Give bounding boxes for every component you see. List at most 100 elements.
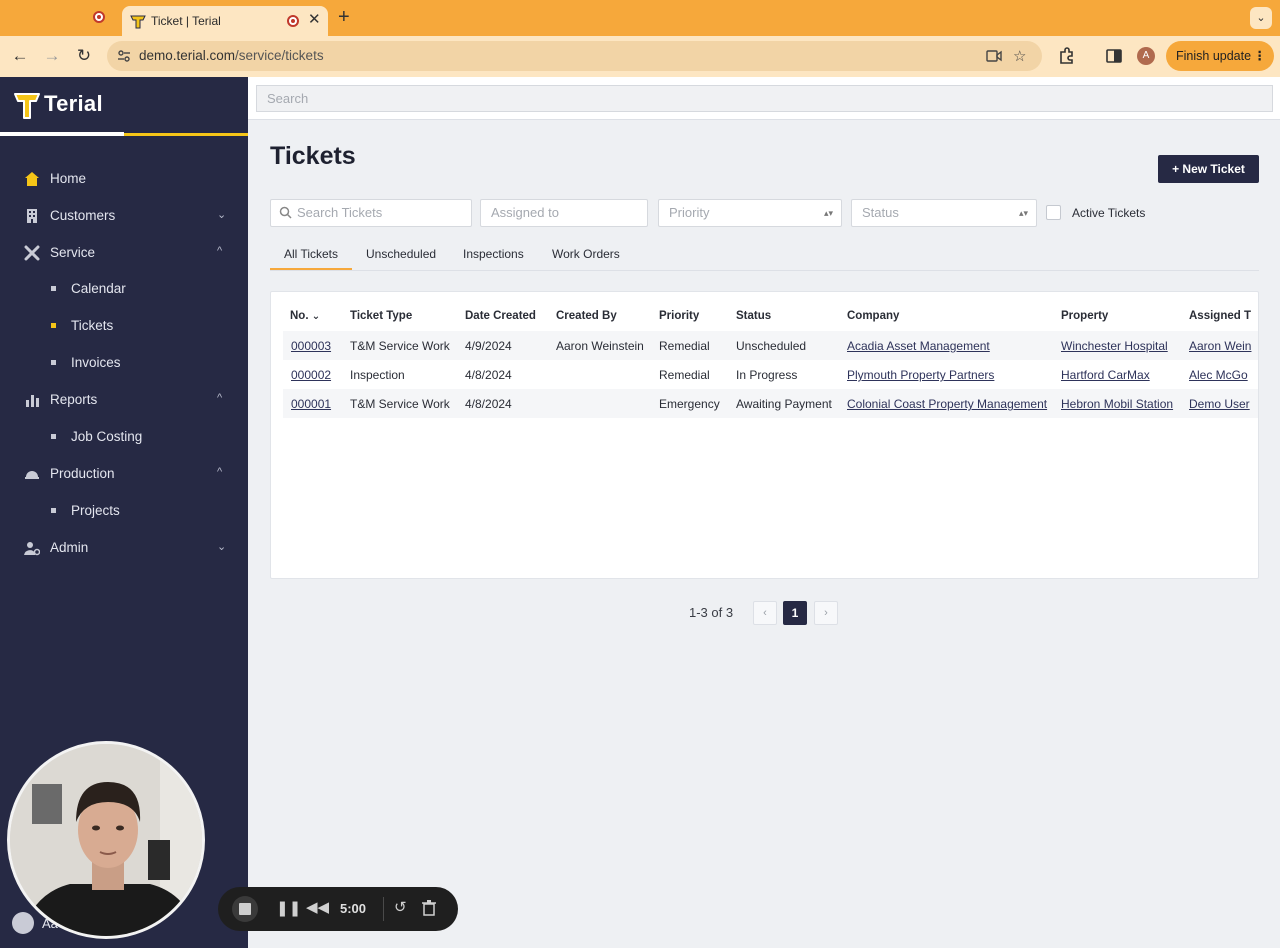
sidebar-item-label: Reports [50, 392, 98, 407]
chevron-left-icon: ‹ [763, 607, 767, 619]
select-arrows-icon: ▴▾ [823, 208, 833, 218]
browser-toolbar: ← → ↻ demo.terial.com/service/tickets ☆ … [0, 36, 1280, 77]
column-header-assigned-to[interactable]: Assigned T [1189, 310, 1251, 322]
sidebar-item-label: Job Costing [71, 429, 143, 444]
select-arrows-icon: ▴▾ [1018, 208, 1028, 218]
company-link[interactable]: Acadia Asset Management [847, 339, 990, 353]
property-link[interactable]: Winchester Hospital [1061, 339, 1168, 353]
column-header-ticket-type[interactable]: Ticket Type [350, 310, 412, 322]
assigned-to-input[interactable]: Assigned to [480, 199, 648, 227]
sidebar-item-label: Tickets [71, 318, 114, 333]
company-link[interactable]: Plymouth Property Partners [847, 368, 994, 382]
table-row[interactable]: 000002 Inspection 4/8/2024 Remedial In P… [283, 360, 1258, 389]
assigned-user-link[interactable]: Aaron Wein [1189, 339, 1251, 353]
site-settings-icon[interactable] [117, 49, 131, 63]
previous-page-button[interactable]: ‹ [753, 601, 777, 625]
forward-arrow-icon[interactable]: → [40, 44, 64, 68]
trash-icon[interactable] [422, 900, 436, 916]
column-header-status[interactable]: Status [736, 310, 771, 322]
sidebar-item-job-costing[interactable]: Job Costing [0, 424, 248, 450]
sidebar-item-customers[interactable]: Customers ⌄ [0, 201, 248, 231]
finish-update-button[interactable]: Finish update ⋮ [1166, 41, 1274, 71]
column-header-property[interactable]: Property [1061, 310, 1108, 322]
tab-inspections[interactable]: Inspections [463, 247, 524, 261]
assigned-user-link[interactable]: Demo User [1189, 397, 1250, 411]
user-avatar-icon [12, 912, 34, 934]
chevron-down-icon: ⌄ [217, 209, 227, 221]
recording-indicator-icon [287, 15, 299, 27]
company-link[interactable]: Colonial Coast Property Management [847, 397, 1047, 411]
column-header-date-created[interactable]: Date Created [465, 310, 536, 322]
terial-logo-icon [14, 93, 40, 119]
column-header-no[interactable]: No. ⌄ [290, 310, 320, 322]
rewind-icon[interactable]: ◀◀ [306, 898, 329, 916]
close-tab-icon[interactable]: ✕ [308, 10, 321, 28]
status: Awaiting Payment [736, 397, 832, 411]
sidebar-item-projects[interactable]: Projects [0, 498, 248, 524]
bullet-icon [51, 508, 56, 513]
sidebar-item-invoices[interactable]: Invoices [0, 350, 248, 376]
sidebar-item-label: Invoices [71, 355, 121, 370]
tab-search-chevron-icon[interactable]: ⌄ [1250, 7, 1272, 29]
sidebar-item-tickets[interactable]: Tickets [0, 313, 248, 339]
ticket-number-link[interactable]: 000002 [291, 368, 331, 382]
webcam-bubble[interactable] [7, 741, 205, 939]
sidebar-item-admin[interactable]: Admin ⌄ [0, 533, 248, 563]
browser-tab-inactive[interactable] [0, 0, 118, 36]
ticket-number-link[interactable]: 000003 [291, 339, 331, 353]
sidebar-item-calendar[interactable]: Calendar [0, 276, 248, 302]
priority-select[interactable]: Priority ▴▾ [658, 199, 842, 227]
bar-chart-icon [26, 395, 39, 407]
tab-all-tickets[interactable]: All Tickets [284, 247, 338, 261]
pause-icon[interactable]: ❚❚ [276, 899, 301, 917]
extensions-icon[interactable] [1057, 46, 1077, 66]
sidebar-item-service[interactable]: Service ^ [0, 238, 248, 268]
status-select[interactable]: Status ▴▾ [851, 199, 1037, 227]
browser-tab-title: Ticket | Terial [151, 14, 221, 28]
sidebar-item-home[interactable]: Home [0, 164, 248, 194]
ticket-number-link[interactable]: 000001 [291, 397, 331, 411]
sidebar-item-production[interactable]: Production ^ [0, 459, 248, 489]
tab-work-orders[interactable]: Work Orders [552, 247, 620, 261]
profile-avatar[interactable]: A [1137, 47, 1155, 65]
home-icon [25, 172, 39, 186]
logo-divider-accent [124, 133, 248, 136]
tab-unscheduled[interactable]: Unscheduled [366, 247, 436, 261]
camera-icon[interactable] [986, 49, 1002, 63]
active-tickets-checkbox[interactable] [1046, 205, 1061, 220]
table-row[interactable]: 000003 T&M Service Work 4/9/2024 Aaron W… [283, 331, 1258, 360]
status: In Progress [736, 368, 798, 382]
new-tab-icon[interactable]: + [338, 6, 350, 29]
property-link[interactable]: Hartford CarMax [1061, 368, 1150, 382]
side-panel-icon[interactable] [1104, 46, 1124, 66]
table-row[interactable]: 000001 T&M Service Work 4/8/2024 Emergen… [283, 389, 1258, 418]
search-tickets-input[interactable]: Search Tickets [270, 199, 472, 227]
browser-tab-active[interactable]: Ticket | Terial ✕ [122, 6, 328, 36]
reload-icon[interactable]: ↻ [72, 44, 96, 68]
global-search-input[interactable]: Search [256, 85, 1273, 112]
stop-recording-button[interactable] [232, 896, 258, 922]
chevron-down-icon: ⌄ [217, 541, 227, 553]
ticket-type: T&M Service Work [350, 339, 450, 353]
terial-logo[interactable]: Terial [14, 91, 174, 121]
back-arrow-icon[interactable]: ← [8, 44, 32, 68]
column-header-company[interactable]: Company [847, 310, 899, 322]
priority: Remedial [659, 368, 710, 382]
restart-icon[interactable]: ↺ [394, 898, 407, 916]
priority-placeholder: Priority [669, 205, 710, 220]
sidebar-item-label: Customers [50, 208, 116, 223]
property-link[interactable]: Hebron Mobil Station [1061, 397, 1173, 411]
address-bar[interactable]: demo.terial.com/service/tickets ☆ [107, 41, 1042, 71]
sidebar-item-label: Admin [50, 540, 89, 555]
ticket-type: Inspection [350, 368, 405, 382]
page-title: Tickets [270, 142, 356, 170]
assigned-user-link[interactable]: Alec McGo [1189, 368, 1248, 382]
bookmark-star-icon[interactable]: ☆ [1013, 47, 1026, 65]
column-header-created-by[interactable]: Created By [556, 310, 617, 322]
column-header-priority[interactable]: Priority [659, 310, 699, 322]
ticket-tabs: All Tickets Unscheduled Inspections Work… [270, 240, 1259, 271]
next-page-button[interactable]: › [814, 601, 838, 625]
sidebar-item-reports[interactable]: Reports ^ [0, 385, 248, 415]
new-ticket-button[interactable]: + New Ticket [1158, 155, 1259, 183]
page-number-button[interactable]: 1 [783, 601, 807, 625]
